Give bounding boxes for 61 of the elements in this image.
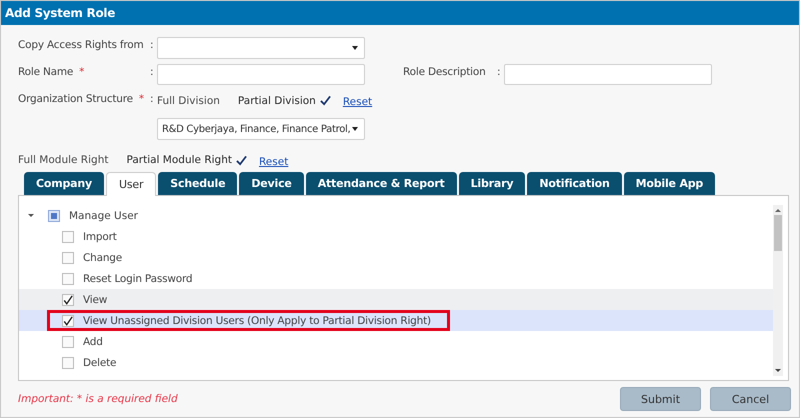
tab[interactable]: Notification [527, 172, 622, 195]
role-name-field[interactable] [157, 64, 365, 85]
reset-link[interactable]: Reset [258, 156, 288, 168]
tree-item-label: Add [83, 336, 103, 348]
colon: : [497, 65, 502, 78]
checkbox[interactable] [62, 356, 74, 368]
module-right-option[interactable]: Full Module Right [18, 154, 108, 166]
checkbox[interactable] [62, 230, 74, 242]
tree-item-label: Import [83, 230, 117, 242]
checkbox[interactable] [48, 210, 60, 222]
tree-row[interactable]: View [19, 289, 773, 310]
tree-item-label: Change [83, 252, 122, 264]
division-option[interactable]: Partial Division [238, 94, 316, 106]
tab[interactable]: Mobile App [624, 172, 716, 195]
cancel-button[interactable]: Cancel [710, 387, 791, 411]
tab[interactable]: Device [239, 172, 304, 195]
checkbox[interactable] [62, 252, 74, 264]
role-description-field[interactable] [504, 64, 712, 85]
caret-icon [352, 127, 358, 131]
check-icon [320, 95, 331, 106]
required-mark: * [79, 66, 84, 78]
colon: : [150, 92, 155, 105]
expand-arrow-icon[interactable] [28, 214, 34, 217]
tab[interactable]: Attendance & Report [306, 172, 457, 195]
checkbox[interactable] [62, 294, 74, 306]
tree-row[interactable]: View Unassigned Division Users (Only Apply to Partial Division Right) [19, 310, 773, 331]
checkbox[interactable] [62, 336, 74, 348]
field-label: Organization Structure [18, 93, 133, 105]
submit-button[interactable]: Submit [620, 387, 701, 411]
tab[interactable]: User [106, 172, 156, 196]
required-mark: * [138, 93, 144, 105]
required-field-note: Important: * is a required field [18, 393, 178, 405]
tree-row[interactable]: Delete [19, 352, 773, 373]
caret-icon [352, 46, 358, 50]
tree-item-label: Reset Login Password [83, 272, 192, 284]
check-icon [236, 154, 247, 166]
field-label: Role Description [402, 65, 487, 78]
tab[interactable]: Library [458, 172, 526, 195]
colon: : [150, 38, 155, 51]
tree-row[interactable]: Change [19, 247, 773, 268]
tree-row[interactable]: Reset Login Password [19, 268, 773, 289]
reset-link[interactable]: Reset [342, 96, 372, 108]
window-title: Add System Role [1, 1, 799, 25]
tree-item-label[interactable]: Manage User [69, 210, 138, 222]
copy-from-dropdown[interactable] [157, 37, 365, 59]
division-dropdown[interactable]: R&D Cyberjaya, Finance, Finance Patrol, [157, 118, 365, 140]
tree-item-label: View Unassigned Division Users (Only Apply to Partial Division Right) [83, 314, 431, 326]
checkbox[interactable] [62, 314, 74, 326]
tab[interactable]: Schedule [158, 172, 238, 195]
checkbox[interactable] [62, 272, 74, 284]
field-label: Role Name [18, 66, 74, 78]
module-right-option[interactable]: Partial Module Right [126, 154, 232, 166]
tree-row[interactable]: Add [19, 331, 773, 352]
scrollbar[interactable] [773, 205, 783, 376]
tree-item-label: Delete [83, 356, 116, 368]
tree-row[interactable]: Import [19, 226, 773, 247]
division-option[interactable]: Full Division [157, 94, 220, 106]
colon: : [150, 65, 155, 78]
field-label: Copy Access Rights from [18, 38, 145, 51]
tree-item-label: View [83, 294, 108, 306]
tab[interactable]: Company [24, 172, 104, 195]
